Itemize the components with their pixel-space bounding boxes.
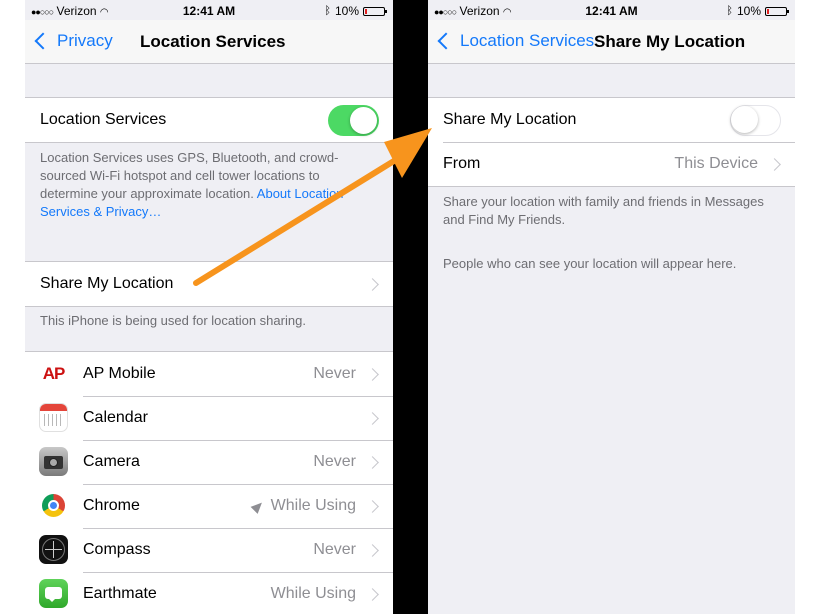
share-location-group: Share My Location [25,261,393,307]
back-label: Privacy [57,31,113,50]
share-my-location-label: Share My Location [40,275,174,292]
chevron-left-icon [437,32,455,50]
app-value: Never [313,541,356,558]
back-button[interactable]: Location Services [436,31,594,51]
camera-icon [39,447,68,476]
chevron-left-icon [34,32,52,50]
chevron-right-icon [366,499,379,513]
back-button[interactable]: Privacy [33,31,113,51]
app-label: Compass [83,541,151,558]
location-services-screen: ●●○○○ Verizon ◠ 12:41 AM ᛒ 10% Privacy L… [25,0,393,614]
app-value-wrap: While Using [250,497,356,515]
location-services-label: Location Services [40,111,167,128]
app-row-compass[interactable]: Compass Never [25,528,393,572]
page-title: Share My Location [594,32,746,51]
chevron-right-icon [366,277,379,291]
battery-icon [765,6,789,16]
share-my-location-screen: ●●○○○ Verizon ◠ 12:41 AM ᛒ 10% Location … [428,0,795,614]
share-settings-group: Share My Location From This Device [428,97,795,187]
from-label: From [443,155,481,172]
app-label: Camera [83,453,140,470]
location-arrow-icon [250,498,266,514]
app-row-calendar[interactable]: Calendar [25,396,393,440]
battery-percent: 10% [736,4,761,18]
location-services-toggle[interactable] [328,104,379,136]
earthmate-icon [39,579,68,608]
back-label: Location Services [460,31,595,50]
share-my-location-row[interactable]: Share My Location [25,262,393,306]
screen-divider [393,0,428,614]
followers-placeholder: People who can see your location will ap… [443,256,737,271]
page-title: Location Services [140,32,286,51]
app-label: Earthmate [83,585,157,602]
share-my-location-row: Share My Location [428,98,795,142]
app-value: While Using [270,585,356,602]
battery-icon [363,6,387,16]
share-my-location-toggle[interactable] [730,104,781,136]
status-right: ᛒ 10% [324,4,387,18]
app-value: While Using [270,497,356,514]
bluetooth-icon: ᛒ [324,5,331,17]
chevron-right-icon [366,543,379,557]
chevron-right-icon [768,157,781,171]
bluetooth-icon: ᛒ [726,5,733,17]
ap-mobile-icon: AP [39,359,68,388]
apps-list: AP AP Mobile Never Calendar Camera Never… [25,351,393,614]
share-description: Share your location with family and frie… [443,194,764,227]
toggle-knob [350,106,377,134]
location-services-group: Location Services [25,97,393,143]
share-note: This iPhone is being used for location s… [40,313,306,328]
app-label: AP Mobile [83,365,156,382]
calendar-icon [39,403,68,432]
toggle-knob [731,105,758,133]
app-row-ap-mobile[interactable]: AP AP Mobile Never [25,352,393,396]
from-row[interactable]: From This Device [428,142,795,186]
chevron-right-icon [366,367,379,381]
chevron-right-icon [366,411,379,425]
app-value: Never [313,365,356,382]
chevron-right-icon [366,587,379,601]
app-row-chrome[interactable]: Chrome While Using [25,484,393,528]
app-label: Calendar [83,409,148,426]
share-my-location-label: Share My Location [443,111,577,128]
compass-icon [39,535,68,564]
chrome-icon [39,491,68,520]
nav-bar: Location Services Share My Location [428,20,795,64]
status-bar: ●●○○○ Verizon ◠ 12:41 AM ᛒ 10% [428,0,795,20]
status-bar: ●●○○○ Verizon ◠ 12:41 AM ᛒ 10% [25,0,393,20]
app-row-earthmate[interactable]: Earthmate While Using [25,572,393,614]
location-services-row: Location Services [25,98,393,142]
app-label: Chrome [83,497,140,514]
app-value: Never [313,453,356,470]
status-right: ᛒ 10% [726,4,789,18]
nav-bar: Privacy Location Services [25,20,393,64]
location-services-description: Location Services uses GPS, Bluetooth, a… [40,149,381,221]
from-value: This Device [674,155,758,172]
chevron-right-icon [366,455,379,469]
app-row-camera[interactable]: Camera Never [25,440,393,484]
battery-percent: 10% [334,4,359,18]
